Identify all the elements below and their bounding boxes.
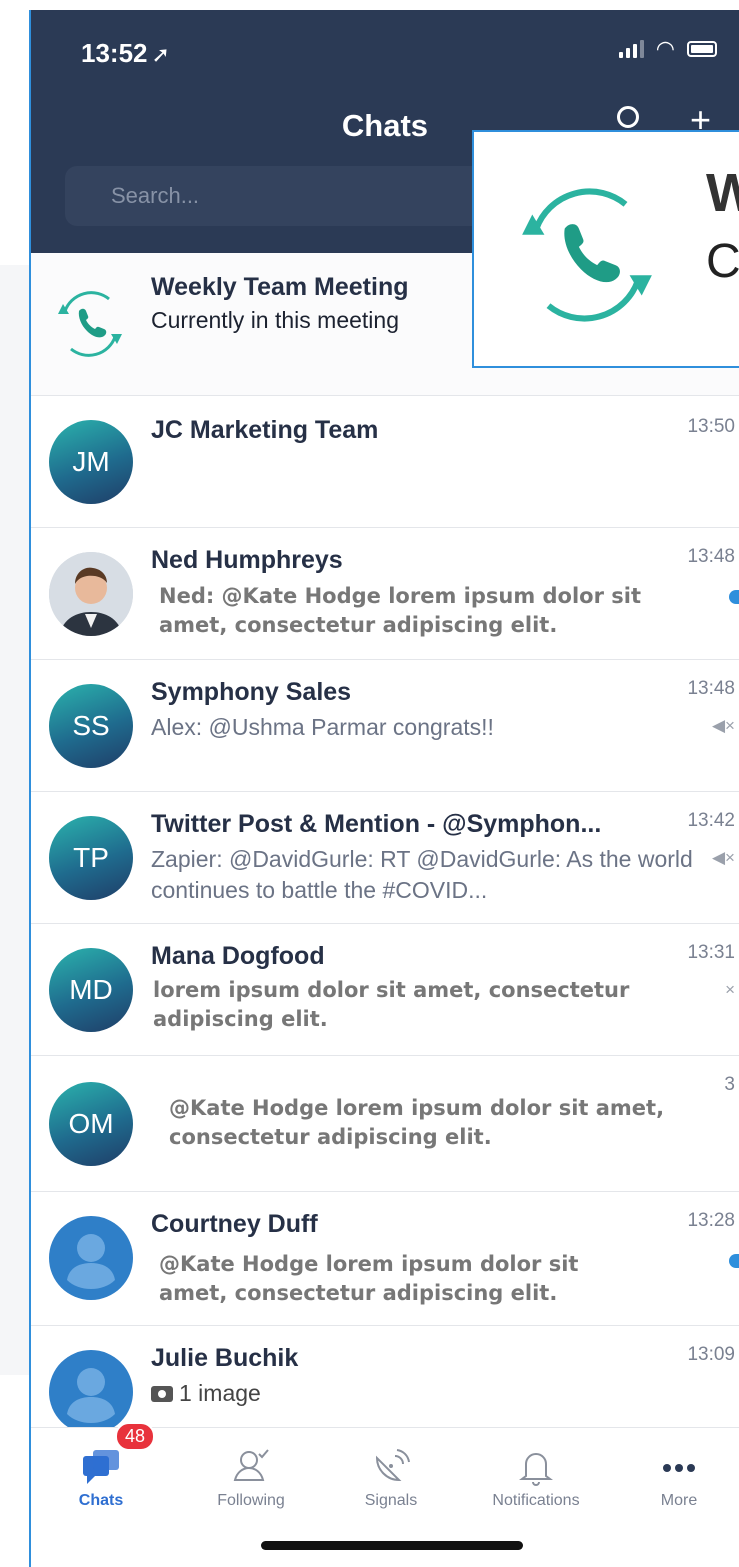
- meeting-call-icon: [58, 291, 122, 357]
- chat-name: Julie Buchik: [151, 1344, 299, 1372]
- chat-time: 13:48: [687, 546, 735, 567]
- tab-label: Signals: [364, 1492, 418, 1509]
- chat-preview: @Kate Hodge lorem ipsum dolor sit amet, …: [159, 1252, 579, 1305]
- avatar: TP: [49, 816, 133, 900]
- avatar-default: [49, 1216, 133, 1300]
- chat-preview: 1 image: [179, 1380, 261, 1406]
- chat-preview: lorem ipsum dolor sit amet, consectetur …: [153, 978, 630, 1031]
- chat-time: 13:31: [687, 942, 735, 963]
- chat-preview-row: 1 image: [151, 1378, 261, 1409]
- chat-time: 13:42: [687, 810, 735, 831]
- background-panel: [0, 0, 30, 1567]
- person-icon: [67, 1234, 115, 1289]
- chat-name: Mana Dogfood: [151, 942, 325, 970]
- muted-icon: ◀×: [711, 716, 735, 735]
- chat-name: Symphony Sales: [151, 678, 352, 706]
- unread-indicator: [729, 1254, 739, 1268]
- chat-row-courtney-duff[interactable]: Courtney Duff 13:28 @Kate Hodge lorem ip…: [31, 1192, 739, 1326]
- status-time-text: 13:52: [81, 38, 148, 68]
- chat-list: Weekly Team Meeting Currently in this me…: [31, 253, 739, 1436]
- person-icon: [67, 1368, 115, 1423]
- person-photo-icon: [49, 552, 133, 636]
- chat-preview: @Kate Hodge lorem ipsum dolor sit amet, …: [169, 1096, 665, 1149]
- avatar-photo: [49, 552, 133, 636]
- chat-row-julie-buchik[interactable]: Julie Buchik 13:09 1 image: [31, 1326, 739, 1436]
- chat-name: Weekly Team Meeting: [151, 273, 409, 301]
- avatar: OM: [49, 1082, 133, 1166]
- tab-notifications[interactable]: Notifications: [466, 1428, 606, 1528]
- chat-row-symphony-sales[interactable]: SS Symphony Sales 13:48 Alex: @Ushma Par…: [31, 660, 739, 792]
- chat-preview: Ned: @Kate Hodge lorem ipsum dolor sit a…: [159, 584, 641, 637]
- chat-row-jc-marketing-team[interactable]: JM JC Marketing Team 13:50: [31, 396, 739, 528]
- phone-screen: 13:52➚ ◠ Chats + W C: [31, 10, 739, 1567]
- tab-label: Following: [217, 1492, 285, 1509]
- location-icon: ➚: [151, 42, 170, 67]
- tab-more[interactable]: More: [609, 1428, 739, 1528]
- avatar-default: [49, 1350, 133, 1434]
- zoom-callout: W C: [472, 130, 739, 368]
- camera-icon: [151, 1386, 173, 1402]
- chat-subtitle: Currently in this meeting: [151, 307, 399, 333]
- chat-preview: Alex: @Ushma Parmar congrats!!: [151, 714, 494, 740]
- bell-icon: [519, 1453, 553, 1486]
- status-time: 13:52 ➚: [81, 38, 170, 69]
- chat-name: JC Marketing Team: [151, 416, 379, 444]
- tab-label: Notifications: [492, 1492, 580, 1509]
- avatar: SS: [49, 684, 133, 768]
- muted-icon: ◀×: [711, 848, 735, 867]
- zoom-text-line2: C: [706, 235, 739, 288]
- tab-following[interactable]: Following: [181, 1428, 321, 1528]
- chat-time: 3: [724, 1074, 735, 1095]
- tab-label: Chats: [78, 1492, 124, 1509]
- chat-time: 13:50: [687, 416, 735, 437]
- avatar: JM: [49, 420, 133, 504]
- zoom-text-line1: W: [706, 162, 739, 224]
- tab-signals[interactable]: Signals: [321, 1428, 461, 1528]
- chat-row-mana-dogfood[interactable]: MD Mana Dogfood 13:31 lorem ipsum dolor …: [31, 924, 739, 1056]
- chat-row-om[interactable]: OM 3 @Kate Hodge lorem ipsum dolor sit a…: [31, 1056, 739, 1192]
- user-check-icon: [233, 1449, 269, 1481]
- background-shade: [0, 265, 30, 1375]
- tab-chats[interactable]: 48 Chats: [31, 1422, 171, 1528]
- more-dots-icon: [663, 1464, 695, 1472]
- satellite-dish-icon: [375, 1449, 410, 1482]
- wifi-icon: ◠: [655, 36, 675, 61]
- unread-badge: 48: [115, 1422, 156, 1451]
- chat-time: 13:48: [687, 678, 735, 699]
- tab-label: More: [660, 1492, 698, 1509]
- muted-icon: ×: [725, 980, 735, 999]
- chat-time: 13:28: [687, 1210, 735, 1231]
- home-indicator: [261, 1541, 523, 1550]
- signal-icon: [618, 40, 644, 58]
- meeting-call-icon-zoomed: [522, 188, 652, 322]
- chat-name: Courtney Duff: [151, 1210, 318, 1238]
- search-icon[interactable]: [617, 106, 639, 128]
- avatar: MD: [49, 948, 133, 1032]
- status-indicators: ◠: [618, 36, 717, 61]
- chat-bubbles-icon: [83, 1450, 119, 1484]
- chat-row-ned-humphreys[interactable]: Ned Humphreys 13:48 Ned: @Kate Hodge lor…: [31, 528, 739, 660]
- chat-preview: Zapier: @DavidGurle: RT @DavidGurle: As …: [151, 846, 693, 903]
- unread-indicator: [729, 590, 739, 604]
- chat-name: Ned Humphreys: [151, 546, 343, 574]
- battery-icon: [687, 41, 717, 57]
- chat-name: Twitter Post & Mention - @Symphon...: [151, 810, 602, 838]
- chat-time: 13:09: [687, 1344, 735, 1365]
- chat-row-twitter-post-mention[interactable]: TP Twitter Post & Mention - @Symphon... …: [31, 792, 739, 924]
